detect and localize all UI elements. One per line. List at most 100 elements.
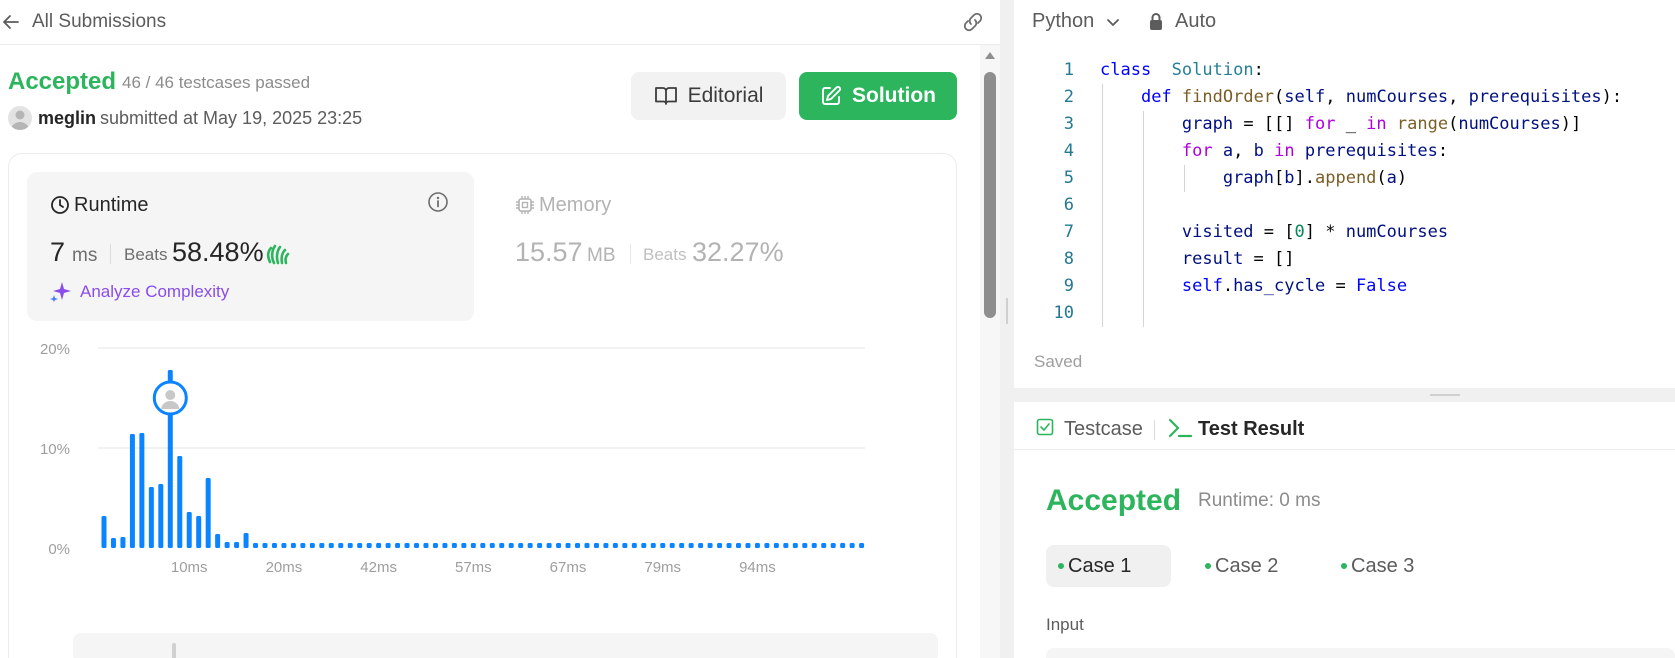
chart-bar[interactable] <box>196 516 202 548</box>
scroll-up-arrow-icon[interactable] <box>984 50 996 60</box>
chart-bar[interactable] <box>707 543 713 548</box>
avatar[interactable] <box>8 106 32 130</box>
code-line[interactable]: 4 for a, b in prerequisites: <box>1014 138 1675 165</box>
chart-bar[interactable] <box>205 478 211 548</box>
analyze-complexity-link[interactable]: Analyze Complexity <box>80 282 229 302</box>
chart-bar[interactable] <box>811 543 817 548</box>
chart-bar[interactable] <box>584 543 590 548</box>
chart-bar[interactable] <box>120 537 126 548</box>
case-tab-1[interactable]: Case 1 <box>1046 545 1171 587</box>
chart-bar[interactable] <box>612 543 618 548</box>
chart-bar[interactable] <box>158 484 164 548</box>
chart-bar[interactable] <box>271 543 277 548</box>
chart-bar[interactable] <box>859 543 865 548</box>
auto-mode[interactable]: Auto <box>1175 10 1216 33</box>
chart-bar[interactable] <box>660 543 666 548</box>
chart-bar[interactable] <box>679 543 685 548</box>
chart-bar[interactable] <box>556 543 562 548</box>
chart-bar[interactable] <box>243 533 249 548</box>
chart-bar[interactable] <box>518 543 524 548</box>
chart-range-handle[interactable] <box>172 643 176 658</box>
horizontal-resize-gutter[interactable] <box>1014 388 1675 402</box>
chart-bar[interactable] <box>849 543 855 548</box>
chart-bar[interactable] <box>764 543 770 548</box>
chevron-down-icon[interactable] <box>1105 14 1121 30</box>
case-tab-2[interactable]: Case 2 <box>1193 545 1311 587</box>
chart-bar[interactable] <box>480 543 486 548</box>
chart-bar[interactable] <box>717 543 723 548</box>
chart-bar[interactable] <box>395 543 401 548</box>
chart-bar[interactable] <box>754 543 760 548</box>
code-area[interactable]: 1 class Solution: 2 def findOrder(self, nu… <box>1014 57 1675 327</box>
chart-bar[interactable] <box>622 543 628 548</box>
chart-bar[interactable] <box>148 487 154 548</box>
chart-bar[interactable] <box>366 543 372 548</box>
chart-bar[interactable] <box>129 434 135 548</box>
chart-bar[interactable] <box>432 543 438 548</box>
chart-bar[interactable] <box>726 543 732 548</box>
chart-bar[interactable] <box>489 543 495 548</box>
editorial-button[interactable]: Editorial <box>631 72 786 120</box>
chart-bar[interactable] <box>688 543 694 548</box>
chart-bar[interactable] <box>281 543 287 548</box>
chart-bar[interactable] <box>451 543 457 548</box>
chart-range-slider[interactable] <box>73 633 938 658</box>
chart-bar[interactable] <box>262 543 268 548</box>
panel-resize-gutter[interactable] <box>1000 0 1014 658</box>
chart-bar[interactable] <box>641 543 647 548</box>
chart-bar[interactable] <box>802 543 808 548</box>
chart-bar[interactable] <box>224 542 230 548</box>
chart-bar[interactable] <box>101 516 107 548</box>
resize-handle[interactable] <box>1430 394 1460 396</box>
chart-bar[interactable] <box>338 543 344 548</box>
chart-bar[interactable] <box>385 543 391 548</box>
code-line[interactable]: 3 graph = [[] for _ in range(numCourses)… <box>1014 111 1675 138</box>
chart-bar[interactable] <box>328 543 334 548</box>
chart-bar[interactable] <box>631 543 637 548</box>
username[interactable]: meglin <box>38 108 96 129</box>
tab-testcase[interactable]: Testcase <box>1064 418 1143 441</box>
chart-bar[interactable] <box>357 543 363 548</box>
code-line[interactable]: 7 visited = [0] * numCourses <box>1014 219 1675 246</box>
chart-bar[interactable] <box>840 543 846 548</box>
chart-bar[interactable] <box>376 543 382 548</box>
case-tab-3[interactable]: Case 3 <box>1329 545 1447 587</box>
chart-bar[interactable] <box>650 543 656 548</box>
chart-bar[interactable] <box>499 543 505 548</box>
chart-bar[interactable] <box>575 543 580 548</box>
chart-bar[interactable] <box>215 534 221 548</box>
chart-bar[interactable] <box>669 543 675 548</box>
chart-bar[interactable] <box>537 543 543 548</box>
chart-bar[interactable] <box>593 543 599 548</box>
code-line[interactable]: 8 result = [] <box>1014 246 1675 273</box>
resize-handle[interactable] <box>1006 298 1008 324</box>
back-arrow-icon[interactable] <box>0 11 22 33</box>
chart-bar[interactable] <box>783 543 789 548</box>
chart-bar[interactable] <box>423 543 429 548</box>
code-line[interactable]: 6 <box>1014 192 1675 219</box>
solution-button[interactable]: Solution <box>799 72 957 120</box>
chart-bar[interactable] <box>442 543 448 548</box>
chart-bar[interactable] <box>347 543 353 548</box>
scrollbar-thumb[interactable] <box>984 72 996 318</box>
chart-bar[interactable] <box>139 433 145 548</box>
chart-bar[interactable] <box>527 543 533 548</box>
chart-bar[interactable] <box>830 543 836 548</box>
chart-bar[interactable] <box>110 538 116 548</box>
code-line[interactable]: 5 graph[b].append(a) <box>1014 165 1675 192</box>
chart-bar[interactable] <box>565 543 571 548</box>
code-line[interactable]: 10 <box>1014 300 1675 327</box>
chart-bar[interactable] <box>309 543 315 548</box>
chart-bar[interactable] <box>404 543 410 548</box>
chart-bar[interactable] <box>253 543 259 548</box>
info-icon[interactable] <box>427 191 449 213</box>
chart-bar[interactable] <box>461 543 467 548</box>
runtime-distribution-chart[interactable]: 20% 10% 0% 10ms 20ms 42ms 57ms 67ms 79ms 94ms <box>20 330 940 630</box>
chart-bar[interactable] <box>773 543 779 548</box>
chart-bar[interactable] <box>698 543 704 548</box>
chart-bar[interactable] <box>508 543 514 548</box>
chart-bar[interactable] <box>290 543 296 548</box>
all-submissions-link[interactable]: All Submissions <box>32 11 166 33</box>
language-selector[interactable]: Python <box>1032 10 1094 33</box>
chart-bar[interactable] <box>735 543 741 548</box>
